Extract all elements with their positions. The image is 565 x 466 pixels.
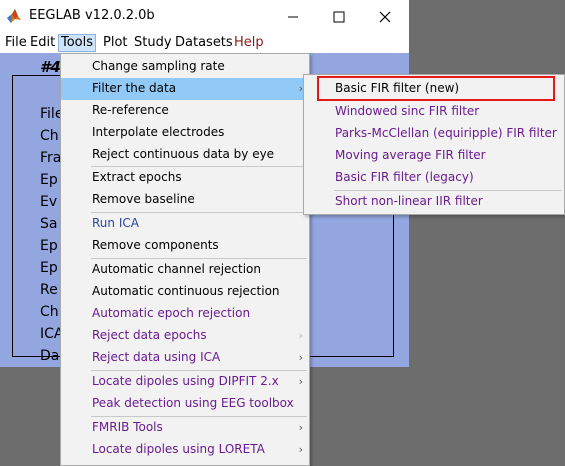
menu-item-short-nonlinear-iir[interactable]: Short non-linear IIR filter [304,191,564,213]
menu-item-label: Reject continuous data by eye [92,147,275,161]
window-title: EEGLAB v12.0.2.0b [29,8,155,23]
panel-title: #4 [40,58,61,76]
menu-bar: File Edit Tools Plot Study Datasets Help… [0,33,409,82]
info-label: Fra [40,150,62,166]
menu-item-locate-dipoles-dipfit[interactable]: Locate dipoles using DIPFIT 2.x › [61,371,309,393]
frame-divider [13,75,37,76]
submenu-arrow-icon: › [298,351,303,364]
menu-item-label: Automatic continuous rejection [92,284,280,298]
menu-item-basic-fir-legacy[interactable]: Basic FIR filter (legacy) [304,167,564,189]
menu-item-label: Moving average FIR filter [335,148,486,162]
menu-item-label: Short non-linear IIR filter [335,194,483,208]
menu-item-change-sampling-rate[interactable]: Change sampling rate [61,56,309,78]
tools-menu: Change sampling rate Filter the data › Re… [60,53,310,466]
menu-item-remove-baseline[interactable]: Remove baseline [61,189,309,211]
menu-item-fmrib-tools[interactable]: FMRIB Tools › [61,417,309,439]
maximize-icon [333,11,345,23]
info-label: Ep [40,238,58,254]
menu-item-label: Locate dipoles using LORETA [92,442,265,456]
menu-item-reject-data-epochs[interactable]: Reject data epochs › [61,325,309,347]
menu-item-label: Locate dipoles using DIPFIT 2.x [92,374,279,388]
menu-item-label: Re-reference [92,103,169,117]
menu-plot[interactable]: Plot [101,35,130,51]
menu-item-extract-epochs[interactable]: Extract epochs [61,167,309,189]
menu-file[interactable]: File [3,35,29,51]
info-label: Ch [40,304,59,320]
menu-item-re-reference[interactable]: Re-reference [61,100,309,122]
menu-item-locate-dipoles-loreta[interactable]: Locate dipoles using LORETA › [61,439,309,461]
info-label: Ch [40,128,59,144]
menu-item-label: Windowed sinc FIR filter [335,104,480,118]
menu-datasets[interactable]: Datasets [173,35,235,51]
menu-item-automatic-epoch-rejection[interactable]: Automatic epoch rejection [61,303,309,325]
menu-item-label: Reject data using ICA [92,350,221,364]
info-label: Sa [40,216,58,232]
menu-item-label: Reject data epochs [92,328,207,342]
info-label: Da [40,348,60,364]
info-label: Ev [40,194,58,210]
highlight-annotation-box [317,76,555,101]
menu-item-label: FMRIB Tools [92,420,163,434]
info-label: Ep [40,172,58,188]
minimize-icon [288,16,298,18]
menu-item-label: Change sampling rate [92,59,225,73]
menu-item-windowed-sinc-fir[interactable]: Windowed sinc FIR filter [304,101,564,123]
menu-item-moving-average-fir[interactable]: Moving average FIR filter [304,145,564,167]
menu-item-label: Remove components [92,238,219,252]
menu-item-automatic-channel-rejection[interactable]: Automatic channel rejection [61,259,309,281]
minimize-button[interactable] [270,0,316,33]
menu-item-automatic-continuous-rejection[interactable]: Automatic continuous rejection [61,281,309,303]
submenu-arrow-icon: › [298,375,303,388]
menu-edit[interactable]: Edit [28,35,57,51]
menu-item-run-ica[interactable]: Run ICA [61,213,309,235]
menu-help[interactable]: Help [232,35,266,51]
maximize-button[interactable] [316,0,362,33]
info-label: Ep [40,260,58,276]
submenu-arrow-icon: › [298,443,303,456]
menu-item-label: Remove baseline [92,192,195,206]
info-label: Re [40,282,58,298]
menu-item-label: Automatic channel rejection [92,262,262,276]
menu-item-label: Extract epochs [92,170,182,184]
menu-item-label: Filter the data [92,81,177,95]
menu-item-interpolate-electrodes[interactable]: Interpolate electrodes [61,122,309,144]
menu-item-label: Peak detection using EEG toolbox [92,396,294,410]
menu-item-reject-data-using-ica[interactable]: Reject data using ICA › [61,347,309,369]
menu-item-peak-detection[interactable]: Peak detection using EEG toolbox [61,393,309,415]
menu-item-label: Run ICA [92,216,139,230]
submenu-arrow-icon: › [298,329,303,342]
close-button[interactable] [362,0,408,33]
menu-item-remove-components[interactable]: Remove components [61,235,309,257]
menu-item-label: Basic FIR filter (legacy) [335,170,474,184]
menu-item-label: Parks-McClellan (equiripple) FIR filter [335,126,557,140]
menu-item-filter-the-data[interactable]: Filter the data › [61,78,309,100]
menu-study[interactable]: Study [132,35,174,51]
close-icon [379,11,391,23]
menu-item-label: Interpolate electrodes [92,125,225,139]
menu-item-parks-mcclellan-fir[interactable]: Parks-McClellan (equiripple) FIR filter [304,123,564,145]
submenu-arrow-icon: › [298,421,303,434]
menu-item-reject-continuous-by-eye[interactable]: Reject continuous data by eye [61,144,309,166]
title-bar: EEGLAB v12.0.2.0b [0,0,409,33]
menu-tools[interactable]: Tools [58,34,97,52]
matlab-app-icon [7,9,21,23]
menu-item-label: Automatic epoch rejection [92,306,251,320]
